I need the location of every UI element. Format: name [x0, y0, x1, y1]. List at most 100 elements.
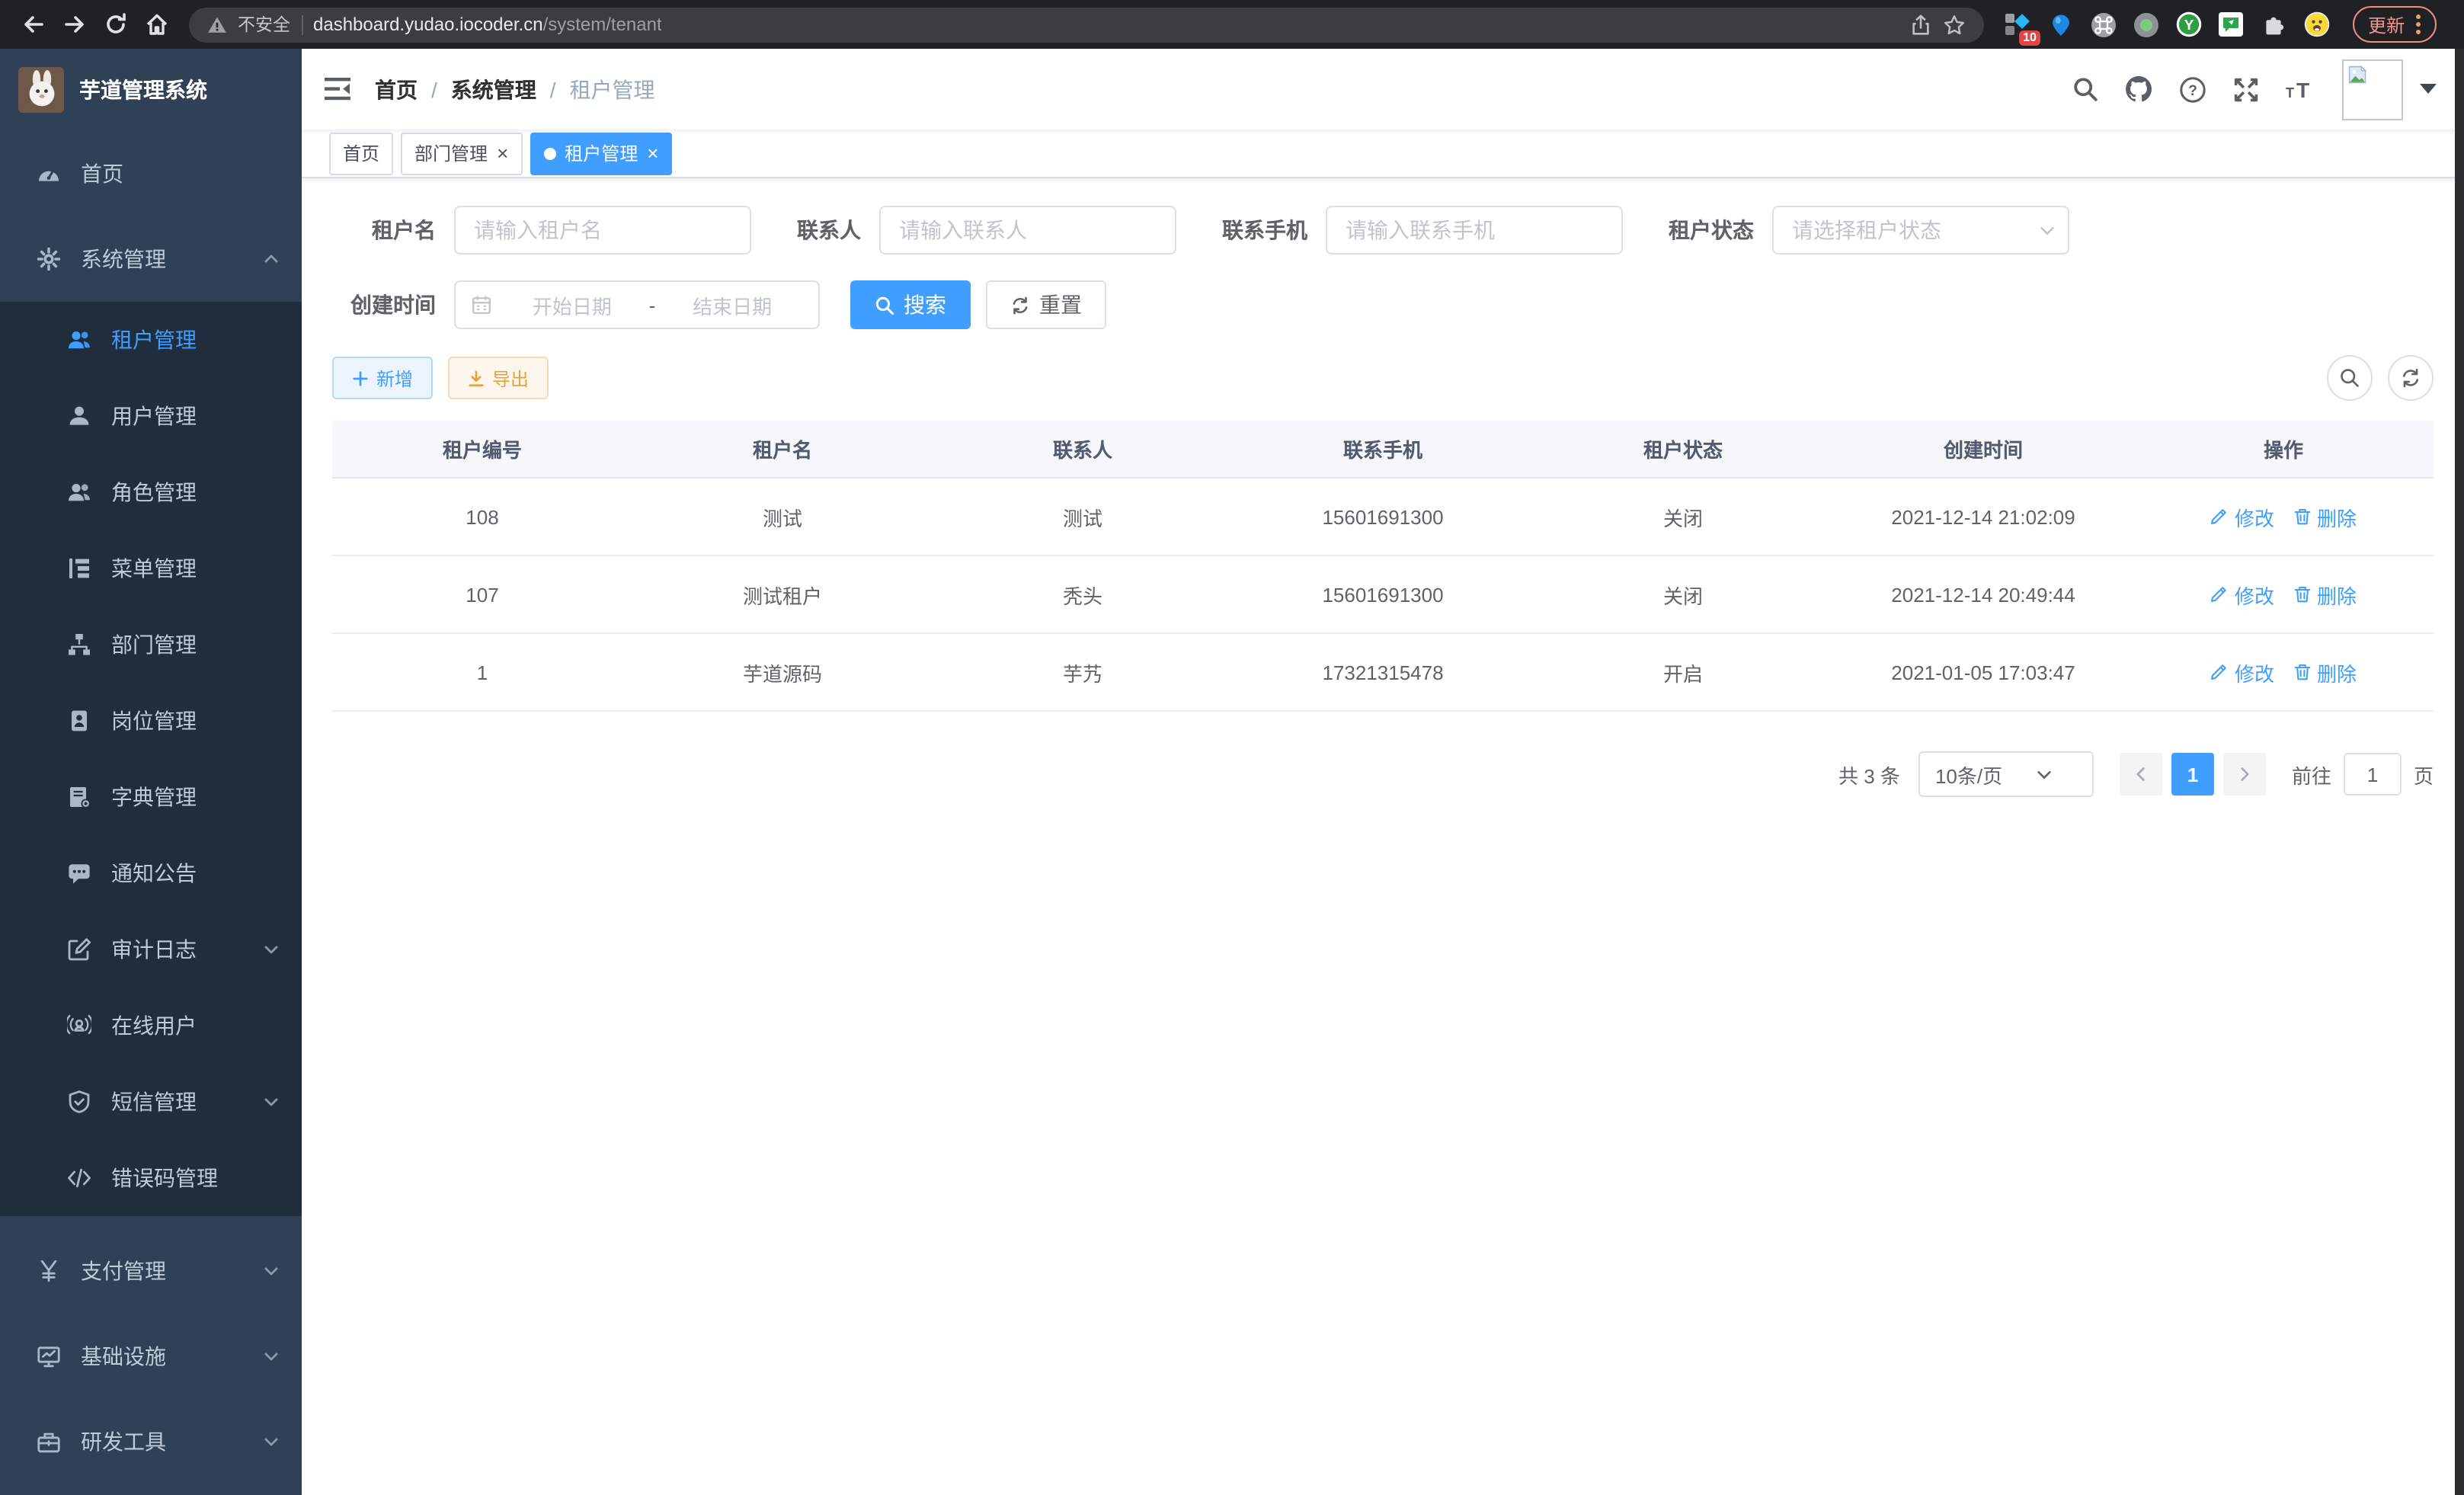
- cell-name: 测试: [632, 478, 933, 555]
- show-search-toggle-button[interactable]: [2327, 355, 2373, 401]
- navbar-actions: ? TT: [2072, 59, 2464, 120]
- github-icon[interactable]: [2124, 75, 2153, 104]
- notice-bubble-icon: [67, 861, 91, 885]
- extension-balloon-icon[interactable]: [2048, 11, 2074, 37]
- delete-link[interactable]: 删除: [2293, 502, 2357, 531]
- header-search-icon[interactable]: [2072, 76, 2098, 102]
- sidebar-item-在线用户[interactable]: 在线用户: [0, 988, 302, 1064]
- next-page-button[interactable]: [2223, 753, 2266, 796]
- sidebar-item-label: 支付管理: [81, 1256, 262, 1286]
- column-header-租户状态: 租户状态: [1533, 421, 1833, 478]
- extension-chat-icon[interactable]: [2219, 11, 2245, 37]
- sidebar-item-部门管理[interactable]: 部门管理: [0, 607, 302, 683]
- tags-view: 首页部门管理× 租户管理 ×: [302, 130, 2464, 178]
- create-time-range-picker[interactable]: 开始日期 - 结束日期: [454, 280, 820, 329]
- refresh-table-button[interactable]: [2388, 355, 2434, 401]
- extensions-puzzle-icon[interactable]: [2261, 11, 2287, 37]
- sidebar-item-label: 研发工具: [81, 1426, 262, 1457]
- table-row: 1芋道源码芋艿17321315478开启2021-01-05 17:03:47修…: [332, 633, 2434, 711]
- url-text[interactable]: dashboard.yudao.iocoder.cn/system/tenant: [313, 14, 662, 35]
- goto-page-input[interactable]: [2344, 753, 2402, 796]
- tab-租户管理[interactable]: 租户管理 ×: [530, 132, 672, 174]
- sidebar-item-菜单管理[interactable]: 菜单管理: [0, 530, 302, 607]
- sidebar-item-审计日志[interactable]: 审计日志: [0, 911, 302, 988]
- cell-actions: 修改删除: [2133, 555, 2434, 633]
- tab-部门管理[interactable]: 部门管理×: [401, 132, 522, 174]
- extension-y-icon[interactable]: Y: [2176, 11, 2202, 37]
- edit-link[interactable]: 修改: [2210, 658, 2274, 687]
- edit-link[interactable]: 修改: [2210, 580, 2274, 609]
- screen: 不安全 dashboard.yudao.iocoder.cn/system/te…: [0, 0, 2464, 1495]
- bookmark-star-icon[interactable]: [1943, 13, 1966, 36]
- cell-phone: 15601691300: [1233, 478, 1533, 555]
- extensions-cluster: 10 Y 更新: [1984, 6, 2452, 43]
- edit-link[interactable]: 修改: [2210, 502, 2274, 531]
- sidebar-collapse-icon[interactable]: [302, 78, 375, 101]
- profile-avatar-icon[interactable]: [2304, 11, 2330, 37]
- browser-update-button[interactable]: 更新: [2353, 6, 2437, 43]
- close-tab-icon[interactable]: ×: [647, 143, 658, 163]
- sidebar-item-用户管理[interactable]: 用户管理: [0, 378, 302, 454]
- chevron-down-icon: [262, 940, 280, 959]
- sidebar-item-通知公告[interactable]: 通知公告: [0, 835, 302, 911]
- active-tab-dot: [543, 147, 555, 159]
- prev-page-button[interactable]: [2120, 753, 2162, 796]
- font-size-icon[interactable]: TT: [2286, 77, 2316, 101]
- browser-toolbar: 不安全 dashboard.yudao.iocoder.cn/system/te…: [0, 0, 2464, 49]
- sidebar-item-研发工具[interactable]: 研发工具: [0, 1399, 302, 1484]
- extension-dot-icon[interactable]: [2133, 11, 2159, 37]
- menu-tree-icon: [67, 556, 91, 581]
- security-label[interactable]: 不安全: [238, 12, 290, 37]
- sidebar-item-首页[interactable]: 首页: [0, 131, 302, 216]
- delete-link[interactable]: 删除: [2293, 658, 2357, 687]
- sidebar-item-基础设施[interactable]: 基础设施: [0, 1314, 302, 1399]
- extension-grid-icon[interactable]: 10: [2005, 11, 2031, 37]
- app-logo[interactable]: 芋道管理系统: [0, 49, 302, 131]
- breadcrumb-item[interactable]: 首页: [375, 74, 418, 104]
- browser-reload-icon[interactable]: [94, 4, 136, 45]
- delete-link[interactable]: 删除: [2293, 580, 2357, 609]
- browser-forward-icon[interactable]: [53, 4, 94, 45]
- sidebar-item-系统管理[interactable]: 系统管理: [0, 216, 302, 302]
- sidebar-item-岗位管理[interactable]: 岗位管理: [0, 683, 302, 759]
- filter-create-time: 创建时间 开始日期 - 结束日期: [332, 280, 820, 329]
- browser-menu-dots-icon[interactable]: [2415, 14, 2421, 35]
- cell-created: 2021-01-05 17:03:47: [1833, 633, 2133, 711]
- export-button[interactable]: 导出: [448, 357, 549, 399]
- close-tab-icon[interactable]: ×: [497, 143, 508, 163]
- tenant-name-input[interactable]: [454, 206, 751, 255]
- url-bar[interactable]: 不安全 dashboard.yudao.iocoder.cn/system/te…: [189, 7, 1984, 42]
- breadcrumb-item[interactable]: 系统管理: [451, 74, 536, 104]
- tab-首页[interactable]: 首页: [329, 132, 393, 174]
- right-pane: 首页/系统管理/租户管理 ? TT: [302, 49, 2464, 1495]
- create-time-label: 创建时间: [332, 290, 436, 320]
- chevron-down-icon: [262, 1093, 280, 1111]
- fullscreen-icon[interactable]: [2232, 75, 2260, 103]
- sidebar-item-字典管理[interactable]: 字典管理: [0, 759, 302, 835]
- share-icon[interactable]: [1909, 13, 1932, 36]
- browser-home-icon[interactable]: [136, 4, 177, 45]
- avatar-dropdown-caret-icon[interactable]: [2420, 84, 2437, 94]
- page-number-current[interactable]: 1: [2171, 753, 2214, 796]
- trash-icon: [2293, 585, 2311, 603]
- tenant-status-select[interactable]: 请选择租户状态: [1772, 206, 2069, 255]
- sidebar-item-错误码管理[interactable]: 错误码管理: [0, 1140, 302, 1216]
- add-button[interactable]: 新增: [332, 357, 433, 399]
- contact-input[interactable]: [879, 206, 1176, 255]
- reset-button[interactable]: 重置: [986, 280, 1106, 329]
- sidebar-item-角色管理[interactable]: 角色管理: [0, 454, 302, 530]
- phone-input[interactable]: [1326, 206, 1623, 255]
- sidebar-item-短信管理[interactable]: 短信管理: [0, 1064, 302, 1140]
- search-button[interactable]: 搜索: [850, 280, 971, 329]
- sidebar-item-支付管理[interactable]: 支付管理: [0, 1228, 302, 1314]
- svg-text:T: T: [2286, 85, 2294, 100]
- user-avatar[interactable]: [2342, 59, 2403, 120]
- page-size-select[interactable]: 10条/页: [1918, 751, 2094, 797]
- sms-shield-icon: [67, 1090, 91, 1114]
- extension-command-icon[interactable]: [2091, 11, 2117, 37]
- sidebar-item-租户管理[interactable]: 租户管理: [0, 302, 302, 378]
- browser-back-icon[interactable]: [12, 4, 53, 45]
- tab-label: 租户管理: [565, 140, 638, 166]
- help-icon[interactable]: ?: [2179, 75, 2206, 103]
- search-icon: [2339, 367, 2360, 389]
